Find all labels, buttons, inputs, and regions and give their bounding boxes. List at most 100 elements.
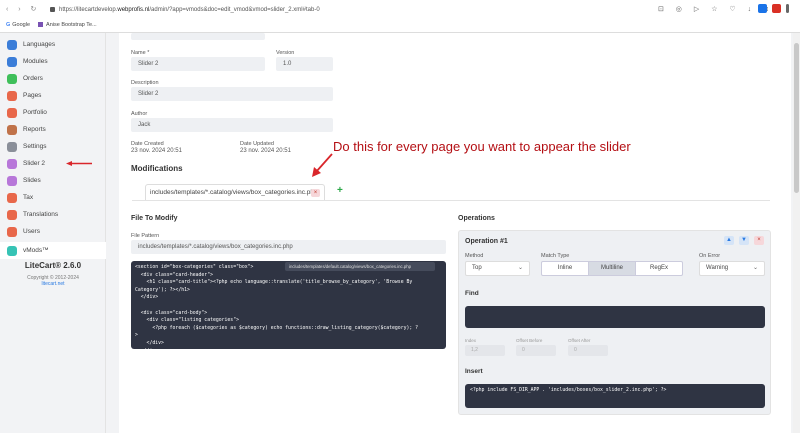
find-label: Find (465, 290, 479, 297)
name-label: Name * (131, 50, 150, 56)
tab-modification[interactable]: includes/templates/*.catalog/views/box_c… (145, 184, 325, 200)
sidebar-item-slides[interactable]: Slides (0, 172, 106, 189)
settings-icon (7, 141, 17, 152)
on-error-label: On Error (699, 253, 721, 259)
annotation-arrow-down (312, 153, 333, 177)
sidebar-item-tax[interactable]: Tax (0, 189, 106, 206)
bookmark-google[interactable]: Google (12, 22, 30, 28)
address-bar[interactable]: https://litecartdevelop.webprofis.nl/adm… (50, 4, 670, 16)
date-created-label: Date Created (131, 141, 164, 147)
description-input[interactable]: Slider 2 (131, 87, 333, 101)
extension-icon[interactable] (772, 4, 781, 13)
remove-operation-button[interactable]: × (754, 236, 764, 245)
page-scrollbar[interactable] (793, 33, 800, 433)
name-input[interactable]: Slider 2 (131, 57, 265, 71)
sidebar-item-label: Slides (23, 177, 41, 184)
file-code-preview: <section id="box-categories" class="box"… (131, 261, 446, 349)
sidebar-item-modules[interactable]: Modules (0, 53, 106, 70)
offset-after-label: Offset After (568, 338, 591, 343)
close-tab-icon[interactable]: × (311, 189, 320, 197)
sidebar-item-settings[interactable]: Settings (0, 138, 106, 155)
translations-icon (7, 209, 17, 220)
match-type-toggle[interactable]: Inline Multiline RegEx (541, 261, 683, 276)
pages-icon (7, 90, 17, 101)
find-code-input[interactable] (465, 306, 765, 328)
file-path-badge: includes/templates/default.catalog/views… (285, 262, 435, 271)
sidebar-item-pages[interactable]: Pages (0, 87, 106, 104)
annotation-text: Do this for every page you want to appea… (333, 139, 631, 154)
sidebar-item-orders[interactable]: Orders (0, 70, 106, 87)
sidebar-item-label: Languages (23, 41, 56, 48)
annotation-arrow-left (66, 161, 92, 166)
match-type-label: Match Type (541, 253, 570, 259)
version-label: Version (276, 50, 295, 56)
sidebar-item-translations[interactable]: Translations (0, 206, 106, 223)
tax-icon (7, 192, 17, 203)
modules-icon (7, 56, 17, 67)
offset-after-input[interactable]: 0 (568, 345, 608, 356)
sidebar: Languages Modules Orders Pages Portfolio… (0, 33, 106, 433)
index-label: Index (465, 338, 477, 343)
index-input[interactable]: 1,2 (465, 345, 505, 356)
move-down-button[interactable]: ▼ (739, 236, 749, 245)
date-updated-value: 23 nov. 2024 20:51 (240, 148, 291, 154)
insert-code-input[interactable]: <?php include FS_DIR_APP . 'includes/box… (465, 384, 765, 408)
match-inline[interactable]: Inline (542, 262, 589, 275)
menu-icon[interactable] (786, 4, 789, 13)
sidebar-item-reports[interactable]: Reports (0, 121, 106, 138)
bookmark-anise[interactable]: Anise Bootstrap Te... (46, 22, 97, 28)
users-icon (7, 226, 17, 237)
cutoff-field[interactable] (131, 33, 265, 40)
sidebar-item-label: vMods™ (23, 247, 49, 254)
add-tab-button[interactable]: + (337, 185, 343, 196)
sidebar-item-label: Orders (23, 75, 43, 82)
vmods-icon (7, 245, 17, 256)
match-regex[interactable]: RegEx (636, 262, 682, 275)
author-input[interactable]: Jack (131, 118, 333, 132)
browser-chrome: ‹ › ↻ https://litecartdevelop.webprofis.… (0, 0, 800, 33)
sidebar-item-label: Users (23, 228, 40, 235)
sidebar-item-vmods[interactable]: vMods™ (0, 242, 106, 259)
date-updated-label: Date Updated (240, 141, 274, 147)
offset-before-label: Offset Before (516, 338, 543, 343)
sidebar-item-users[interactable]: Users (0, 223, 106, 240)
author-label: Author (131, 111, 148, 117)
match-multiline[interactable]: Multiline (589, 262, 636, 275)
sidebar-footer: LiteCart® 2.6.0 Copyright © 2012-2024 li… (0, 261, 106, 287)
google-icon: G (6, 22, 11, 28)
sidebar-item-label: Settings (23, 143, 47, 150)
extension-icon[interactable] (758, 4, 767, 13)
operation-title: Operation #1 (465, 238, 508, 245)
date-created-value: 23 nov. 2024 20:51 (131, 148, 182, 154)
version-input[interactable]: 1.0 (276, 57, 333, 71)
sidebar-item-label: Translations (23, 211, 59, 218)
modifications-title: Modifications (131, 164, 183, 173)
move-up-button[interactable]: ▲ (724, 236, 734, 245)
bookmarks-bar: G Google Anise Bootstrap Te... (6, 22, 97, 28)
sidebar-item-label: Portfolio (23, 109, 47, 116)
on-error-value: Warning (706, 265, 729, 271)
sidebar-item-portfolio[interactable]: Portfolio (0, 104, 106, 121)
method-value: Top (472, 265, 482, 271)
browser-nav-icons[interactable]: ‹ › ↻ (6, 5, 40, 13)
file-pattern-input[interactable]: includes/templates/*.catalog/views/box_c… (131, 240, 446, 254)
sidebar-item-label: Slider 2 (23, 160, 46, 167)
file-to-modify-title: File To Modify (131, 215, 178, 222)
scrollbar-thumb[interactable] (794, 43, 799, 193)
url-suffix: /admin/?app=vmods&doc=edit_vmod&vmod=sli… (149, 7, 320, 13)
litecart-link[interactable]: litecart.net (0, 281, 106, 287)
chevron-down-icon: ⌄ (517, 265, 523, 271)
sidebar-item-languages[interactable]: Languages (0, 36, 106, 53)
operations-title: Operations (458, 215, 495, 222)
offset-before-input[interactable]: 0 (516, 345, 556, 356)
portfolio-icon (7, 107, 17, 118)
method-select[interactable]: Top ⌄ (465, 261, 530, 276)
description-label: Description (131, 80, 159, 86)
browser-toolbar-icons[interactable]: ⊡ ◎ ▷ ☆ ♡ ↓ ⧉ (658, 5, 773, 14)
chevron-down-icon: ⌄ (752, 265, 758, 271)
method-label: Method (465, 253, 484, 259)
on-error-select[interactable]: Warning ⌄ (699, 261, 765, 276)
sidebar-item-label: Modules (23, 58, 48, 65)
slider-icon (7, 158, 17, 169)
reports-icon (7, 124, 17, 135)
